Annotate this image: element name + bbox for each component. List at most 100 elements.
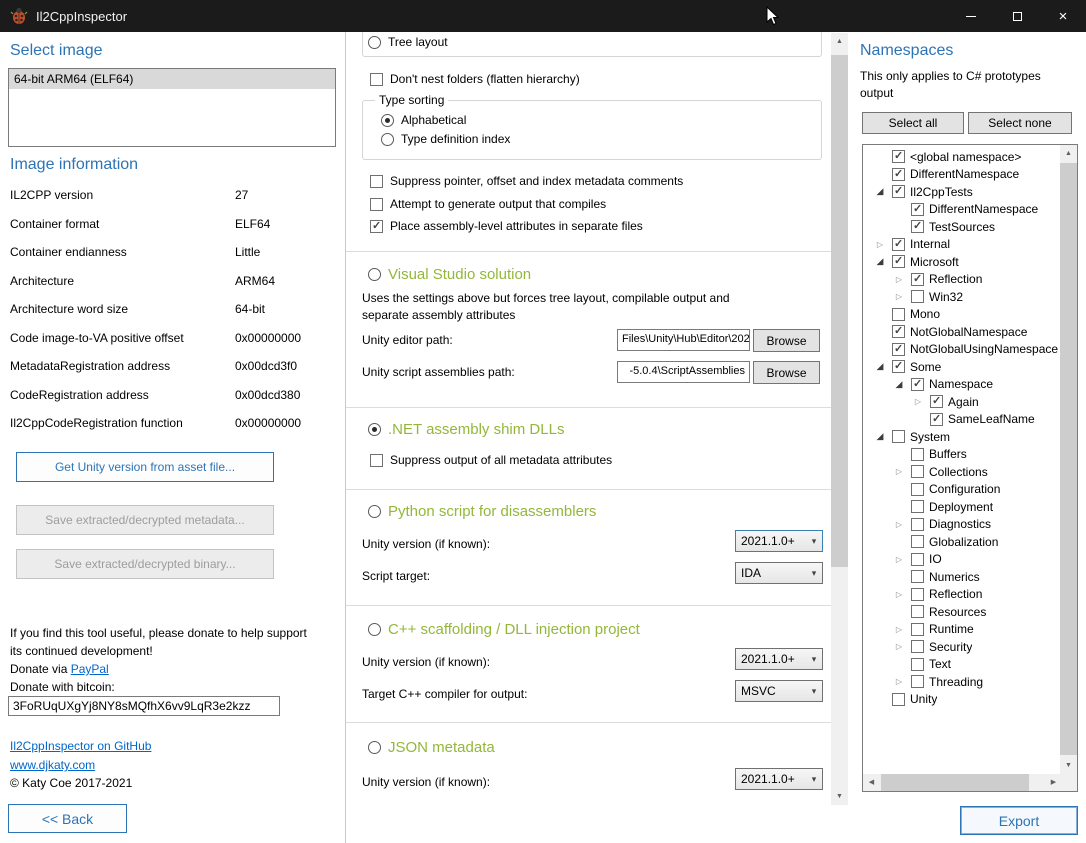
script-target-combo[interactable]: IDA ▾ (735, 562, 823, 584)
tree-checkbox[interactable] (911, 203, 924, 216)
tree-item[interactable]: NotGlobalUsingNamespace (863, 341, 1062, 359)
tree-item[interactable]: ▷Runtime (863, 621, 1062, 639)
checkbox-suppress-metadata-comments[interactable]: Suppress pointer, offset and index metad… (370, 174, 683, 188)
select-all-button[interactable]: Select all (862, 112, 964, 134)
close-button[interactable]: × (1040, 0, 1086, 32)
tree-expander-icon[interactable]: ◢ (873, 256, 887, 267)
tree-checkbox[interactable] (892, 238, 905, 251)
tree-expander-icon[interactable]: ▷ (892, 625, 906, 634)
website-link[interactable]: www.djkaty.com (10, 758, 95, 772)
tree-checkbox[interactable] (892, 693, 905, 706)
radio-visual-studio-solution[interactable]: Visual Studio solution (368, 266, 531, 283)
tree-checkbox[interactable] (911, 290, 924, 303)
radio-python-script[interactable]: Python script for disassemblers (368, 503, 596, 520)
tree-expander-icon[interactable]: ◢ (892, 379, 906, 390)
tree-checkbox[interactable] (911, 605, 924, 618)
tree-checkbox[interactable] (911, 675, 924, 688)
tree-expander-icon[interactable]: ◢ (873, 431, 887, 442)
tree-checkbox[interactable] (911, 378, 924, 391)
tree-item[interactable]: Configuration (863, 481, 1062, 499)
tree-checkbox[interactable] (892, 430, 905, 443)
tree-checkbox[interactable] (911, 483, 924, 496)
tree-item[interactable]: TestSources (863, 218, 1062, 236)
tree-item[interactable]: Resources (863, 603, 1062, 621)
tree-item[interactable]: ▷Security (863, 638, 1062, 656)
scrollbar-thumb[interactable] (831, 55, 848, 567)
github-link[interactable]: Il2CppInspector on GitHub (10, 739, 151, 753)
tree-item[interactable]: ▷Win32 (863, 288, 1062, 306)
tree-item[interactable]: ▷Diagnostics (863, 516, 1062, 534)
tree-checkbox[interactable] (892, 168, 905, 181)
tree-checkbox[interactable] (911, 273, 924, 286)
radio-type-definition-index[interactable]: Type definition index (381, 132, 510, 146)
tree-item[interactable]: Deployment (863, 498, 1062, 516)
tree-expander-icon[interactable]: ▷ (892, 590, 906, 599)
tree-item[interactable]: Globalization (863, 533, 1062, 551)
tree-item[interactable]: ◢Some (863, 358, 1062, 376)
radio-cpp-scaffolding[interactable]: C++ scaffolding / DLL injection project (368, 621, 640, 638)
maximize-button[interactable] (994, 0, 1040, 32)
tree-checkbox[interactable] (911, 220, 924, 233)
tree-item[interactable]: ◢System (863, 428, 1062, 446)
checkbox-attempt-compile[interactable]: Attempt to generate output that compiles (370, 197, 606, 211)
json-unity-version-combo[interactable]: 2021.1.0+ ▾ (735, 768, 823, 790)
tree-item[interactable]: DifferentNamespace (863, 201, 1062, 219)
tree-item[interactable]: ◢Namespace (863, 376, 1062, 394)
tree-expander-icon[interactable]: ▷ (892, 642, 906, 651)
tree-expander-icon[interactable]: ▷ (892, 555, 906, 564)
minimize-button[interactable] (948, 0, 994, 32)
cpp-unity-version-combo[interactable]: 2021.1.0+ ▾ (735, 648, 823, 670)
radio-alphabetical[interactable]: Alphabetical (381, 113, 466, 127)
tree-checkbox[interactable] (911, 640, 924, 653)
scroll-down-button[interactable]: ▼ (831, 788, 848, 805)
scroll-up-button[interactable]: ▲ (831, 33, 848, 50)
tree-item[interactable]: ▷Reflection (863, 586, 1062, 604)
checkbox-suppress-attributes[interactable]: Suppress output of all metadata attribut… (370, 453, 612, 467)
tree-checkbox[interactable] (911, 500, 924, 513)
radio-json-metadata[interactable]: JSON metadata (368, 739, 495, 756)
tree-item[interactable]: NotGlobalNamespace (863, 323, 1062, 341)
back-button[interactable]: << Back (8, 804, 127, 833)
tree-checkbox[interactable] (892, 325, 905, 338)
tree-item[interactable]: Mono (863, 306, 1062, 324)
tree-checkbox[interactable] (911, 658, 924, 671)
checkbox-flatten-hierarchy[interactable]: Don't nest folders (flatten hierarchy) (370, 72, 580, 86)
tree-item[interactable]: ◢Microsoft (863, 253, 1062, 271)
tree-item[interactable]: Unity (863, 691, 1062, 709)
cpp-compiler-combo[interactable]: MSVC ▾ (735, 680, 823, 702)
unity-editor-path-input[interactable]: Files\Unity\Hub\Editor\2020.2.0f1 (617, 329, 750, 351)
tree-item[interactable]: Numerics (863, 568, 1062, 586)
script-assemblies-path-input[interactable]: -5.0.4\ScriptAssemblies (617, 361, 750, 383)
tree-checkbox[interactable] (911, 623, 924, 636)
checkbox-separate-attributes[interactable]: Place assembly-level attributes in separ… (370, 219, 643, 233)
tree-checkbox[interactable] (892, 150, 905, 163)
tree-horizontal-scrollbar[interactable]: ◀ ▶ (863, 774, 1062, 791)
scroll-down-button[interactable]: ▼ (1060, 757, 1077, 774)
tree-expander-icon[interactable]: ▷ (892, 467, 906, 476)
scroll-up-button[interactable]: ▲ (1060, 145, 1077, 162)
middle-panel-scrollbar[interactable]: ▲ ▼ (831, 33, 848, 805)
tree-checkbox[interactable] (892, 343, 905, 356)
tree-item[interactable]: Buffers (863, 446, 1062, 464)
python-unity-version-combo[interactable]: 2021.1.0+ ▾ (735, 530, 823, 552)
tree-checkbox[interactable] (911, 535, 924, 548)
scrollbar-thumb[interactable] (1060, 163, 1077, 755)
tree-item[interactable]: ▷Again (863, 393, 1062, 411)
tree-vertical-scrollbar[interactable]: ▲ ▼ (1060, 145, 1077, 774)
tree-item[interactable]: ▷Internal (863, 236, 1062, 254)
bitcoin-address-input[interactable] (8, 696, 280, 716)
tree-item[interactable]: ▷Collections (863, 463, 1062, 481)
tree-item[interactable]: Text (863, 656, 1062, 674)
tree-checkbox[interactable] (911, 588, 924, 601)
tree-expander-icon[interactable]: ◢ (873, 361, 887, 372)
tree-item[interactable]: <global namespace> (863, 148, 1062, 166)
tree-expander-icon[interactable]: ▷ (892, 520, 906, 529)
tree-expander-icon[interactable]: ◢ (873, 186, 887, 197)
tree-checkbox[interactable] (911, 570, 924, 583)
tree-checkbox[interactable] (911, 518, 924, 531)
image-list-item[interactable]: 64-bit ARM64 (ELF64) (9, 69, 335, 89)
scrollbar-thumb[interactable] (881, 774, 1029, 791)
image-listbox[interactable]: 64-bit ARM64 (ELF64) (8, 68, 336, 147)
tree-item[interactable]: ▷IO (863, 551, 1062, 569)
paypal-link[interactable]: PayPal (71, 662, 109, 676)
